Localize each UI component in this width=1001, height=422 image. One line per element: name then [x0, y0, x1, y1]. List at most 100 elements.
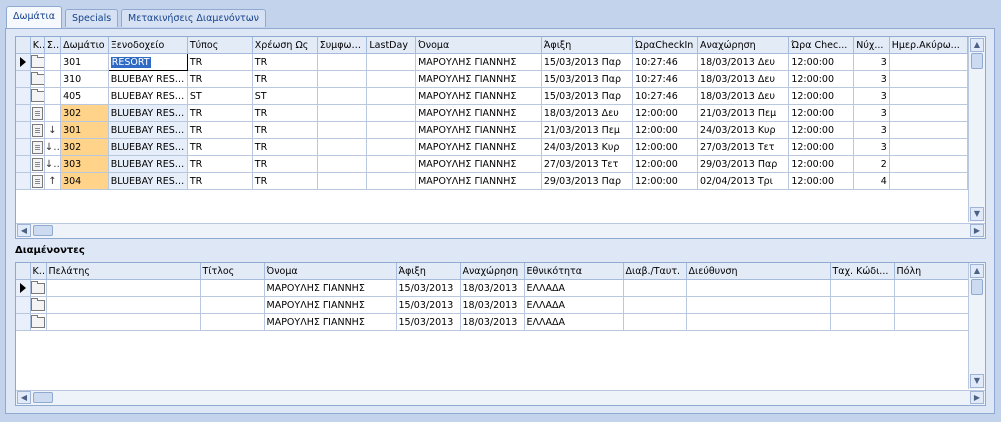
name-cell[interactable]: ΜΑΡΟΥΛΗΣ ΓΙΑΝΝΗΣ [415, 53, 542, 71]
charge-cell[interactable]: TR [252, 70, 318, 88]
col-header-s[interactable]: Σ... [44, 37, 62, 54]
nights-cell[interactable]: 4 [853, 172, 890, 190]
arrival-cell[interactable]: 21/03/2013 Πεμ [541, 121, 634, 139]
rooms-table-row[interactable]: ↑ 304 BLUEBAY RESORT TR TR ΜΑΡΟΥΛΗΣ ΓΙΑΝΝΗΣ 29… [16, 172, 969, 190]
agreement-cell[interactable] [317, 53, 368, 71]
status-cell[interactable] [30, 87, 45, 105]
checkout-cell[interactable]: 12:00:00 [788, 104, 855, 122]
client-cell[interactable] [46, 313, 201, 331]
rooms-table-row[interactable]: 302 BLUEBAY RESORT TR TR ΜΑΡΟΥΛΗΣ ΓΙΑΝΝΗΣ 18/… [16, 104, 969, 122]
guests-horizontal-scrollbar[interactable]: ◀ ▶ [16, 390, 985, 405]
hotel-cell[interactable]: RESORT [107, 53, 188, 71]
arrival-cell[interactable]: 15/03/2013 Παρ [541, 87, 634, 105]
scroll-down-icon[interactable]: ▼ [970, 374, 984, 388]
departure-cell[interactable]: 18/03/2013 Δευ [697, 87, 790, 105]
passport-cell[interactable] [623, 313, 687, 331]
status-cell[interactable] [30, 104, 45, 122]
col-header-title[interactable]: Τίτλος [200, 263, 265, 280]
checkin-cell[interactable]: 10:27:46 [632, 87, 699, 105]
rooms-hscroll-thumb[interactable] [33, 225, 53, 236]
rooms-vscroll-thumb[interactable] [971, 53, 983, 69]
charge-cell[interactable]: TR [252, 172, 318, 190]
charge-cell[interactable]: TR [252, 104, 318, 122]
col-header-charge[interactable]: Χρέωση Ως [252, 37, 318, 54]
rooms-table-row[interactable]: ↓↑ 302 BLUEBAY RESORT TR TR ΜΑΡΟΥΛΗΣ ΓΙΑΝΝΗΣ 2… [16, 138, 969, 156]
scroll-right-icon[interactable]: ▶ [970, 391, 984, 404]
cancel-date-cell[interactable] [889, 70, 969, 88]
row-selector[interactable] [16, 296, 31, 314]
arrival-cell[interactable]: 15/03/2013 Παρ [541, 70, 634, 88]
name-cell[interactable]: ΜΑΡΟΥΛΗΣ ΓΙΑΝΝΗΣ [415, 87, 542, 105]
lastday-cell[interactable] [366, 138, 417, 156]
nights-cell[interactable]: 3 [853, 87, 890, 105]
guests-table-row[interactable]: ΜΑΡΟΥΛΗΣ ΓΙΑΝΝΗΣ 15/03/2013 18/03/2013 ΕΛΛΑ… [16, 296, 969, 314]
name-cell[interactable]: ΜΑΡΟΥΛΗΣ ΓΙΑΝΝΗΣ [415, 172, 542, 190]
row-selector[interactable] [16, 53, 31, 71]
arrival-cell[interactable]: 15/03/2013 [396, 279, 461, 297]
arrival-cell[interactable]: 24/03/2013 Κυρ [541, 138, 634, 156]
charge-cell[interactable]: TR [252, 53, 318, 71]
nationality-cell[interactable]: ΕΛΛΑΔΑ [524, 279, 624, 297]
client-cell[interactable] [46, 279, 201, 297]
status-cell[interactable] [30, 313, 47, 331]
checkout-cell[interactable]: 12:00:00 [788, 138, 855, 156]
status-cell[interactable] [30, 121, 45, 139]
room-cell[interactable]: 405 [60, 87, 109, 105]
cancel-date-cell[interactable] [889, 155, 969, 173]
departure-cell[interactable]: 27/03/2013 Τετ [697, 138, 790, 156]
charge-cell[interactable]: TR [252, 138, 318, 156]
agreement-cell[interactable] [317, 70, 368, 88]
row-selector[interactable] [16, 313, 31, 331]
agreement-cell[interactable] [317, 172, 368, 190]
checkin-cell[interactable]: 12:00:00 [632, 138, 699, 156]
row-selector[interactable] [16, 104, 31, 122]
rooms-horizontal-scrollbar[interactable]: ◀ ▶ [16, 223, 985, 238]
type-cell[interactable]: TR [187, 138, 253, 156]
type-cell[interactable]: TR [187, 104, 253, 122]
scroll-up-icon[interactable]: ▲ [970, 38, 984, 52]
title-cell[interactable] [200, 313, 265, 331]
col-header-name[interactable]: Όνομα [415, 37, 542, 54]
agreement-cell[interactable] [317, 138, 368, 156]
col-header-k[interactable]: Κ... [30, 263, 47, 280]
hotel-cell[interactable]: BLUEBAY RESORT [108, 121, 188, 139]
col-header-lastday[interactable]: LastDay [366, 37, 417, 54]
name-cell[interactable]: ΜΑΡΟΥΛΗΣ ΓΙΑΝΝΗΣ [415, 121, 542, 139]
scroll-left-icon[interactable]: ◀ [17, 391, 31, 404]
row-selector[interactable] [16, 279, 31, 297]
lastday-cell[interactable] [366, 53, 417, 71]
col-header-departure[interactable]: Αναχώρηση [697, 37, 790, 54]
col-header-client[interactable]: Πελάτης [46, 263, 201, 280]
status-cell[interactable] [30, 172, 45, 190]
arrival-cell[interactable]: 15/03/2013 [396, 296, 461, 314]
checkin-cell[interactable]: 12:00:00 [632, 121, 699, 139]
name-cell[interactable]: ΜΑΡΟΥΛΗΣ ΓΙΑΝΝΗΣ [264, 279, 397, 297]
passport-cell[interactable] [623, 296, 687, 314]
nights-cell[interactable]: 3 [853, 121, 890, 139]
room-cell[interactable]: 304 [60, 172, 109, 190]
rooms-vertical-scrollbar[interactable]: ▲ ▼ [968, 37, 985, 222]
rooms-table-row[interactable]: 301 RESORT TR TR ΜΑΡΟΥΛΗΣ ΓΙΑΝΝΗΣ 15/03/2013 … [16, 53, 969, 71]
cancel-date-cell[interactable] [889, 138, 969, 156]
status-cell[interactable] [30, 70, 45, 88]
zip-cell[interactable] [830, 296, 895, 314]
row-selector[interactable] [16, 121, 31, 139]
departure-cell[interactable]: 18/03/2013 [460, 313, 525, 331]
lastday-cell[interactable] [366, 87, 417, 105]
checkin-cell[interactable]: 12:00:00 [632, 104, 699, 122]
cancel-date-cell[interactable] [889, 121, 969, 139]
hotel-cell[interactable]: BLUEBAY RESORT [108, 70, 188, 88]
col-header-city[interactable]: Πόλη [894, 263, 969, 280]
departure-cell[interactable]: 18/03/2013 Δευ [697, 53, 790, 71]
checkin-cell[interactable]: 10:27:46 [632, 53, 699, 71]
scroll-down-icon[interactable]: ▼ [970, 207, 984, 221]
arrival-cell[interactable]: 27/03/2013 Τετ [541, 155, 634, 173]
agreement-cell[interactable] [317, 121, 368, 139]
agreement-cell[interactable] [317, 87, 368, 105]
guests-vertical-scrollbar[interactable]: ▲ ▼ [968, 263, 985, 389]
room-cell[interactable]: 310 [60, 70, 109, 88]
title-cell[interactable] [200, 279, 265, 297]
guests-table-row[interactable]: ΜΑΡΟΥΛΗΣ ΓΙΑΝΝΗΣ 15/03/2013 18/03/2013 ΕΛΛΑ… [16, 313, 969, 331]
nights-cell[interactable]: 3 [853, 138, 890, 156]
row-selector[interactable] [16, 87, 31, 105]
